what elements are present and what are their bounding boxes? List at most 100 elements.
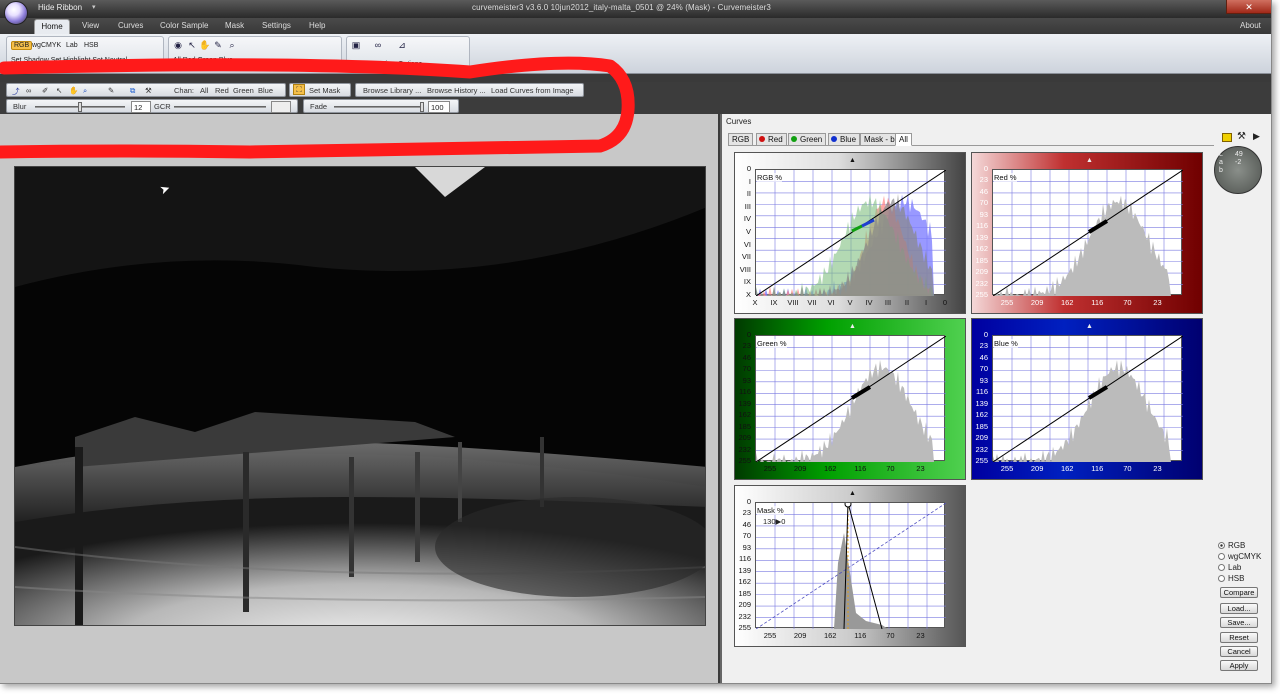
tab-mask[interactable]: Mask xyxy=(225,21,244,30)
view-icon[interactable]: ▣ xyxy=(351,40,361,50)
mode-rgb[interactable]: RGB xyxy=(11,41,33,50)
y-tick-label: 139 xyxy=(738,398,751,408)
hide-ribbon-button[interactable]: Hide Ribbon xyxy=(38,3,82,12)
view-options-label[interactable]: View Options xyxy=(381,61,422,68)
red-plot-area[interactable] xyxy=(992,169,1184,297)
space-radio-rgb[interactable]: RGB xyxy=(1218,541,1245,550)
space-radio-lab[interactable]: Lab xyxy=(1218,563,1241,572)
curve-tool-icon[interactable]: ⤴ xyxy=(12,86,20,97)
hand-tool-icon[interactable]: ✋ xyxy=(69,86,78,95)
blue-graph-title: Blue % xyxy=(994,339,1018,348)
pen-tool-icon[interactable]: ✐ xyxy=(42,86,48,95)
glasses-icon[interactable]: ∞ xyxy=(373,40,383,50)
app-orb-icon[interactable] xyxy=(4,1,28,25)
fade-slider-thumb[interactable] xyxy=(420,102,424,112)
y-tick-label: IX xyxy=(743,277,751,287)
x-tick-label: 255 xyxy=(763,631,777,640)
gcr-value-field[interactable] xyxy=(271,101,291,113)
tab-color-sample[interactable]: Color Sample xyxy=(160,21,208,30)
zoom-icon[interactable]: ⌕ xyxy=(227,40,237,50)
mask-readout: 130▶0 xyxy=(763,517,786,526)
y-tick-label: 116 xyxy=(739,387,751,397)
chan-blue[interactable]: Blue xyxy=(258,86,273,95)
link-tool-icon[interactable]: ∞ xyxy=(26,86,31,95)
green-curve-graph: ▲ Green % 0 23 46 70 93 116 139 162 185 209 232 255… xyxy=(734,318,966,480)
curve-tab-red[interactable]: Red xyxy=(756,133,787,146)
compare-button[interactable]: Compare xyxy=(1220,587,1258,598)
x-tick-label: 162 xyxy=(823,464,837,473)
quick-access-dropdown-icon[interactable]: ▾ xyxy=(92,3,96,11)
mode-hsb[interactable]: HSB xyxy=(84,42,98,49)
ribbon: RGB wgCMYK Lab HSB Set Shadow Set Highli… xyxy=(0,34,1271,74)
curve-tab-all[interactable]: All xyxy=(895,133,912,146)
eyedropper-icon[interactable]: ✎ xyxy=(213,40,223,50)
curve-tab-rgb[interactable]: RGB xyxy=(728,133,754,146)
mask-control-point xyxy=(844,500,852,508)
y-tick-label: VII xyxy=(741,252,751,262)
set-points-row[interactable]: Set Shadow Set Highlight Set Neutral xyxy=(11,57,127,64)
mask-strip: ⛶ Set Mask xyxy=(289,83,351,97)
tab-settings[interactable]: Settings xyxy=(262,21,291,30)
tab-view[interactable]: View xyxy=(82,21,99,30)
gcr-slider-track[interactable] xyxy=(174,106,266,108)
space-radio-lab-label: Lab xyxy=(1228,563,1242,572)
load-curves-button[interactable]: Load Curves from Image xyxy=(491,86,574,95)
space-radio-hsb[interactable]: HSB xyxy=(1218,574,1244,583)
arrow-tool-icon[interactable]: ↖ xyxy=(56,86,62,95)
x-tick-label: 116 xyxy=(854,464,867,473)
forward-icon[interactable]: ▶ xyxy=(1253,131,1260,142)
browse-history-button[interactable]: Browse History ... xyxy=(427,86,486,95)
blue-top-marker-icon: ▲ xyxy=(1086,323,1093,330)
fade-value-field[interactable]: 100 xyxy=(428,101,450,113)
fade-label: Fade xyxy=(310,102,328,111)
tab-home[interactable]: Home xyxy=(34,19,70,34)
mode-lab[interactable]: Lab xyxy=(66,42,78,49)
eyedropper-tool-icon[interactable]: ✎ xyxy=(108,86,114,95)
fade-slider-track[interactable] xyxy=(334,106,424,108)
y-tick-label: 23 xyxy=(979,175,988,185)
about-link[interactable]: About xyxy=(1240,21,1261,30)
y-tick-label: 23 xyxy=(742,508,751,518)
save-button[interactable]: Save... xyxy=(1220,617,1258,628)
y-tick-label: 209 xyxy=(975,433,988,443)
y-tick-label: 209 xyxy=(738,433,751,443)
tab-help[interactable]: Help xyxy=(309,21,325,30)
readout-l-value: 49 xyxy=(1235,151,1243,158)
curve-tab-blue[interactable]: Blue xyxy=(828,133,861,146)
mode-wgcmyk[interactable]: wgCMYK xyxy=(32,42,61,49)
y-tick-label: 185 xyxy=(738,421,751,431)
curve-tab-mask[interactable]: Mask - b xyxy=(860,133,899,146)
hand-icon[interactable]: ✋ xyxy=(199,40,210,50)
apply-button[interactable]: Apply xyxy=(1220,660,1258,671)
copy-tool-icon[interactable]: ⧉ xyxy=(130,86,135,96)
image-canvas[interactable] xyxy=(14,166,706,626)
wrench-icon[interactable]: ⚒ xyxy=(1237,131,1246,142)
zoom-tool-icon[interactable]: ⌕ xyxy=(83,86,87,96)
green-plot-area[interactable] xyxy=(755,335,947,463)
browse-library-button[interactable]: Browse Library ... xyxy=(363,86,421,95)
channel-row[interactable]: All Red Green Blue xyxy=(173,57,233,64)
note-icon[interactable] xyxy=(1222,133,1232,142)
reset-button[interactable]: Reset xyxy=(1220,632,1258,643)
space-radio-wgcmyk-label: wgCMYK xyxy=(1228,552,1262,561)
blur-slider-thumb[interactable] xyxy=(78,102,82,112)
y-tick-label: 0 xyxy=(746,330,751,339)
chan-all[interactable]: All xyxy=(200,86,208,95)
color-wheel-icon[interactable]: ◉ xyxy=(173,40,183,50)
curve-tab-green[interactable]: Green xyxy=(788,133,827,146)
cancel-button[interactable]: Cancel xyxy=(1220,646,1258,657)
pointer-icon[interactable]: ↖ xyxy=(187,40,197,50)
load-button[interactable]: Load... xyxy=(1220,603,1258,614)
mask-icon[interactable]: ⛶ xyxy=(293,84,305,95)
rgb-plot-area[interactable] xyxy=(755,169,947,297)
tab-curves[interactable]: Curves xyxy=(118,21,143,30)
set-mask-button[interactable]: Set Mask xyxy=(309,86,340,95)
blur-value-field[interactable]: 12 xyxy=(131,101,151,113)
wrench-tool-icon[interactable]: ⚒ xyxy=(145,86,152,95)
chart-icon[interactable]: ⊿ xyxy=(397,40,407,50)
blue-plot-area[interactable] xyxy=(992,335,1184,463)
chan-red[interactable]: Red xyxy=(215,86,229,95)
chan-green[interactable]: Green xyxy=(233,86,254,95)
space-radio-wgcmyk[interactable]: wgCMYK xyxy=(1218,552,1261,561)
close-button[interactable]: ✕ xyxy=(1226,0,1271,14)
